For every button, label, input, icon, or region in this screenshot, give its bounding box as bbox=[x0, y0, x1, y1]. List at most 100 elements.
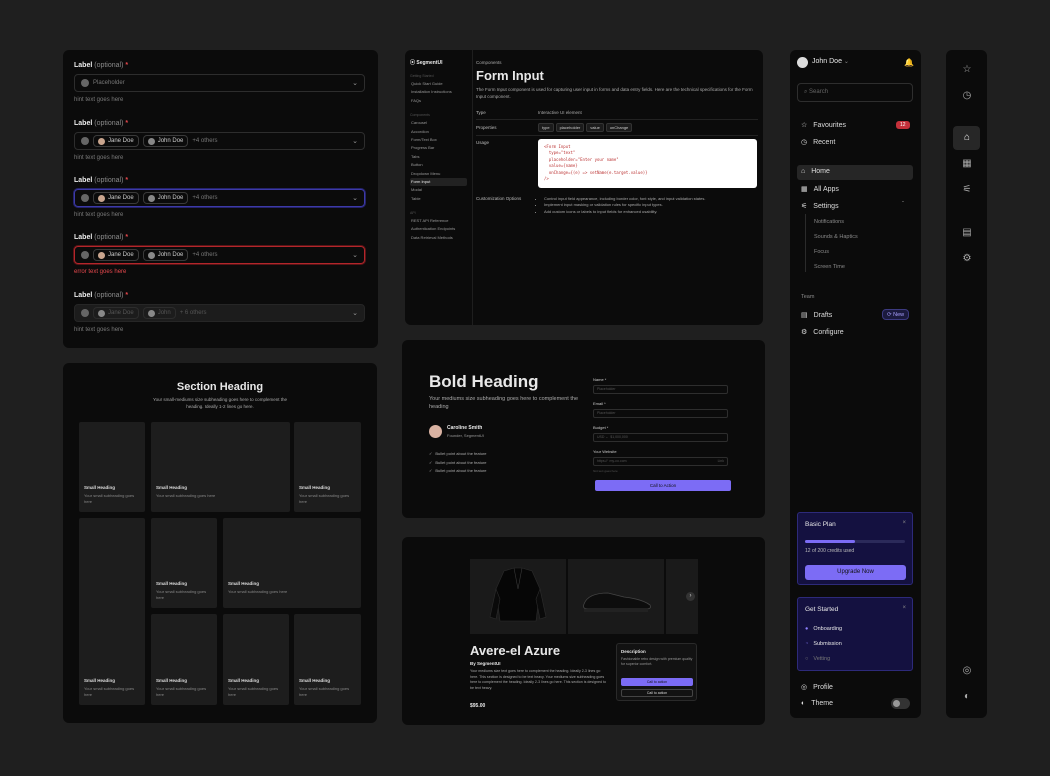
gear-icon: ⚙ bbox=[801, 329, 808, 336]
grid-tile[interactable]: Small Heading Your small subheading goes … bbox=[79, 518, 145, 705]
sidebar-item[interactable]: Dropdown Menu bbox=[410, 170, 467, 178]
feature-bullet: ✓ Bullet point about the feature bbox=[429, 451, 487, 460]
sidebar-item[interactable]: Carousel bbox=[410, 119, 467, 127]
gear-icon[interactable]: ⚙ bbox=[960, 253, 974, 264]
sidebar-item[interactable]: Accordion bbox=[410, 128, 467, 136]
sidebar-item[interactable]: Form Input bbox=[410, 177, 467, 187]
page-title: Form Input bbox=[476, 68, 544, 83]
step-onboarding[interactable]: ● Onboarding bbox=[805, 626, 842, 632]
chevron-down-icon[interactable]: ⌄ bbox=[352, 251, 358, 259]
product-image-jacket[interactable] bbox=[470, 559, 566, 634]
step-submission[interactable]: ◔ Submission bbox=[805, 641, 842, 647]
chip-john[interactable]: John Doe bbox=[142, 135, 189, 147]
author-name: Caroline Smith bbox=[447, 425, 483, 431]
step-vetting[interactable]: ○ Vetting bbox=[805, 656, 830, 662]
primary-cta-button[interactable]: Call to action bbox=[621, 678, 693, 686]
chip-john[interactable]: John Doe bbox=[142, 249, 189, 261]
docs-sidebar: ⦿ SegmentUI Getting Started Quick Start G… bbox=[405, 50, 473, 325]
grid-icon: ▦ bbox=[801, 186, 808, 193]
product-title: Avere-el Azure bbox=[470, 643, 561, 658]
grid-tile[interactable]: Small Heading Your small subheading goes … bbox=[79, 422, 145, 512]
nav-profile[interactable]: ◎ Profile bbox=[801, 683, 833, 692]
nav-sub-focus[interactable]: Focus bbox=[814, 249, 829, 255]
star-icon[interactable]: ☆ bbox=[960, 64, 974, 75]
chevron-down-icon[interactable]: ⌄ bbox=[352, 194, 358, 202]
carousel-next-icon[interactable]: › bbox=[686, 592, 695, 601]
sidebar-item[interactable]: Form/Text Box bbox=[410, 136, 467, 144]
nav-sub-notifications[interactable]: Notifications bbox=[814, 219, 844, 225]
property-tag: onChange bbox=[605, 123, 633, 132]
sliders-icon: ⚟ bbox=[801, 203, 808, 210]
secondary-cta-button[interactable]: Call to action bbox=[621, 689, 693, 697]
nav-settings[interactable]: ⚟ Settings bbox=[801, 202, 839, 211]
grid-tile[interactable]: Small Heading Your small subheading goes … bbox=[151, 518, 217, 608]
grid-tile[interactable]: Small Heading Your small subheading goes … bbox=[294, 422, 361, 512]
tile-subheading: Your small subheading goes here bbox=[299, 493, 350, 504]
sidebar-item[interactable]: REST API Reference bbox=[410, 217, 467, 225]
nav-drafts[interactable]: ▤ Drafts bbox=[801, 311, 832, 320]
upgrade-button[interactable]: Upgrade Now bbox=[805, 565, 906, 580]
nav-sub-screen-time[interactable]: Screen Time bbox=[814, 264, 845, 270]
website-input[interactable]: https:// my-co.com Link bbox=[593, 457, 728, 466]
sidebar-item[interactable]: FAQs bbox=[410, 97, 467, 105]
sidebar-item[interactable]: Authentication Endpoints bbox=[410, 225, 467, 233]
sidebar-item[interactable]: Button bbox=[410, 161, 467, 169]
grid-tile[interactable]: Small Heading Your small subheading goes … bbox=[151, 422, 290, 512]
chevron-down-icon[interactable]: ⌄ bbox=[352, 79, 358, 87]
bell-icon[interactable]: 🔔 bbox=[904, 58, 914, 67]
breadcrumb[interactable]: Components bbox=[476, 60, 502, 65]
document-icon[interactable]: ▤ bbox=[960, 227, 974, 238]
close-icon[interactable]: × bbox=[902, 605, 906, 611]
chevron-up-icon[interactable]: ˆ bbox=[902, 202, 904, 208]
sidebar-item[interactable]: Table bbox=[410, 195, 467, 203]
error-text: error text goes here bbox=[74, 269, 127, 275]
error-multi-select-input[interactable]: Jane Doe John Doe +4 others ⌄ bbox=[74, 246, 365, 264]
property-tag: value bbox=[586, 123, 604, 132]
chip-jane[interactable]: Jane Doe bbox=[93, 249, 139, 261]
user-menu[interactable]: John Doe ⌄ bbox=[812, 58, 849, 65]
nav-home[interactable]: ⌂ Home bbox=[801, 168, 830, 175]
sidebar-item[interactable]: Progress Bar bbox=[410, 144, 467, 152]
grid-tile[interactable]: Small Heading Your small subheading goes … bbox=[223, 518, 361, 608]
sidebar-item[interactable]: Quick Start Guide bbox=[410, 80, 467, 88]
profile-icon[interactable]: ◎ bbox=[960, 665, 974, 676]
grid-icon[interactable]: ▦ bbox=[960, 158, 974, 169]
theme-icon[interactable]: ◐ bbox=[960, 691, 974, 702]
nav-all-apps[interactable]: ▦ All Apps bbox=[801, 185, 839, 194]
clock-icon[interactable]: ◷ bbox=[960, 90, 974, 101]
sidebar-item[interactable]: Tabs bbox=[410, 153, 467, 161]
chip-jane[interactable]: Jane Doe bbox=[93, 192, 139, 204]
grid-tile[interactable]: Small Heading Your small subheading goes … bbox=[294, 614, 361, 705]
grid-tile[interactable]: Small Heading Your small subheading goes … bbox=[223, 614, 289, 705]
email-input[interactable]: Placeholder bbox=[593, 409, 728, 418]
user-avatar[interactable] bbox=[797, 57, 808, 68]
chip-jane[interactable]: Jane Doe bbox=[93, 135, 139, 147]
nav-configure[interactable]: ⚙ Configure bbox=[801, 328, 844, 337]
home-icon[interactable]: ⌂ bbox=[960, 132, 974, 143]
sidebar-item[interactable]: Installation Instructions bbox=[410, 88, 467, 96]
chip-john[interactable]: John Doe bbox=[142, 192, 189, 204]
name-input[interactable]: Placeholder bbox=[593, 385, 728, 394]
multi-select-input[interactable]: Jane Doe John Doe +4 others ⌄ bbox=[74, 132, 365, 150]
close-icon[interactable]: × bbox=[902, 520, 906, 526]
input-group-disabled: Label (optional) * Jane Doe John + 6 other… bbox=[74, 292, 365, 333]
sidebar-section-title: Components bbox=[410, 113, 430, 118]
sliders-icon[interactable]: ⚟ bbox=[960, 184, 974, 195]
sidebar-item[interactable]: Data Retrieval Methods bbox=[410, 234, 467, 242]
user-icon bbox=[81, 79, 89, 87]
nav-recent[interactable]: ◷ Recent bbox=[801, 138, 835, 147]
form-subheading: Your mediums size subheading goes here t… bbox=[429, 396, 578, 410]
placeholder-input[interactable]: Placeholder ⌄ bbox=[74, 74, 365, 92]
budget-input[interactable]: USD ⌄ $1,000,000 bbox=[593, 433, 728, 442]
nav-sub-sounds[interactable]: Sounds & Haptics bbox=[814, 234, 858, 240]
nav-favourites[interactable]: ☆ Favourites bbox=[801, 121, 846, 130]
cta-button[interactable]: Call to Action bbox=[595, 480, 731, 491]
chevron-down-icon[interactable]: ⌄ bbox=[352, 137, 358, 145]
grid-tile[interactable]: Small Heading Your small subheading goes … bbox=[151, 614, 217, 705]
focused-multi-select-input[interactable]: Jane Doe John Doe +4 others ⌄ bbox=[74, 189, 365, 207]
theme-toggle[interactable] bbox=[891, 698, 910, 709]
product-image-shoe[interactable] bbox=[568, 559, 664, 634]
search-input[interactable]: ⌕ Search bbox=[797, 83, 913, 102]
sidebar-item[interactable]: Modal bbox=[410, 186, 467, 194]
product-description: Your mediums size text goes here to comp… bbox=[470, 669, 606, 690]
